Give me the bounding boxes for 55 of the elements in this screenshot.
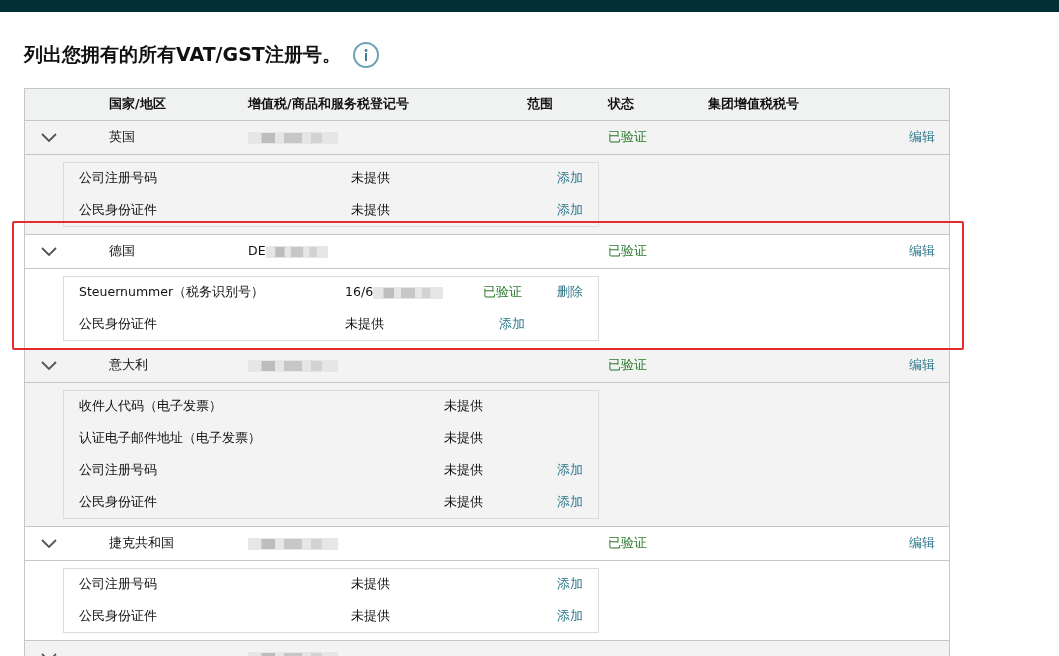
edit-link[interactable]: 编辑 [909, 128, 935, 147]
column-header: 状态 [608, 95, 635, 114]
detail-label: 认证电子邮件地址（电子发票） [63, 422, 444, 455]
detail-value: 未提供 [345, 314, 385, 333]
detail-status: 已验证 [482, 276, 541, 309]
detail-action-link[interactable]: 添加 [557, 576, 583, 592]
registration-number: DE [248, 242, 266, 261]
chevron-down-icon[interactable] [41, 132, 57, 143]
table-row[interactable]: 英国 已验证 编辑 [25, 121, 949, 155]
detail-label: 公司注册号码 [63, 568, 351, 601]
detail-action-link[interactable]: 添加 [557, 493, 583, 509]
column-header: 增值税/商品和服务税登记号 [248, 95, 410, 114]
status-text: 已验证 [608, 242, 648, 261]
edit-link[interactable]: 编辑 [909, 242, 935, 261]
detail-label: 公民身份证件 [63, 600, 351, 633]
detail-label: 收件人代码（电子发票） [63, 390, 444, 423]
info-icon[interactable] [352, 41, 379, 68]
page-title: 列出您拥有的所有VAT/GST注册号。 [24, 42, 341, 68]
detail-value: 未提供 [351, 575, 390, 594]
detail-value: 未提供 [443, 492, 483, 511]
detail-action-link[interactable]: 删除 [557, 284, 583, 300]
detail-value: 未提供 [351, 169, 390, 188]
detail-value: 未提供 [443, 461, 483, 480]
status-text: 已验证 [608, 356, 648, 375]
detail-action-link[interactable]: 添加 [557, 170, 583, 186]
detail-label: 公民身份证件 [63, 194, 351, 227]
detail-action-link[interactable]: 添加 [499, 315, 526, 331]
detail-label: 公民身份证件 [63, 486, 444, 519]
detail-label: 公司注册号码 [63, 454, 444, 487]
status-text: 已验证 [608, 128, 648, 147]
edit-link[interactable]: 编辑 [909, 534, 935, 553]
detail-value: 16/6 [345, 283, 374, 302]
country-cell-text: 意大利 [109, 356, 149, 375]
status-text: 已验证 [608, 534, 648, 553]
column-header: 范围 [527, 95, 554, 114]
detail-label: 公民身份证件 [63, 308, 346, 341]
country-cell-text: 德国 [109, 242, 136, 261]
detail-value: 未提供 [443, 429, 483, 448]
column-header: 集团增值税税号 [708, 95, 800, 114]
column-header: 国家/地区 [109, 95, 167, 114]
edit-link[interactable]: 编辑 [909, 356, 935, 375]
chevron-down-icon[interactable] [41, 360, 57, 371]
detail-label: 公司注册号码 [63, 162, 351, 195]
detail-value: 未提供 [443, 397, 483, 416]
chevron-down-icon[interactable] [41, 538, 57, 549]
country-cell-text: 捷克共和国 [109, 534, 175, 553]
detail-action-link[interactable]: 添加 [557, 201, 583, 217]
detail-value: 未提供 [351, 200, 390, 219]
country-cell-text: 英国 [109, 128, 136, 147]
chevron-down-icon[interactable] [41, 246, 57, 257]
detail-value: 未提供 [351, 606, 390, 625]
detail-label: Steuernummer（税务识别号） [63, 276, 346, 309]
detail-action-link[interactable]: 添加 [557, 607, 583, 623]
table-row[interactable]: 意大利 已验证 编辑 [25, 349, 949, 383]
detail-action-link[interactable]: 添加 [557, 462, 583, 478]
